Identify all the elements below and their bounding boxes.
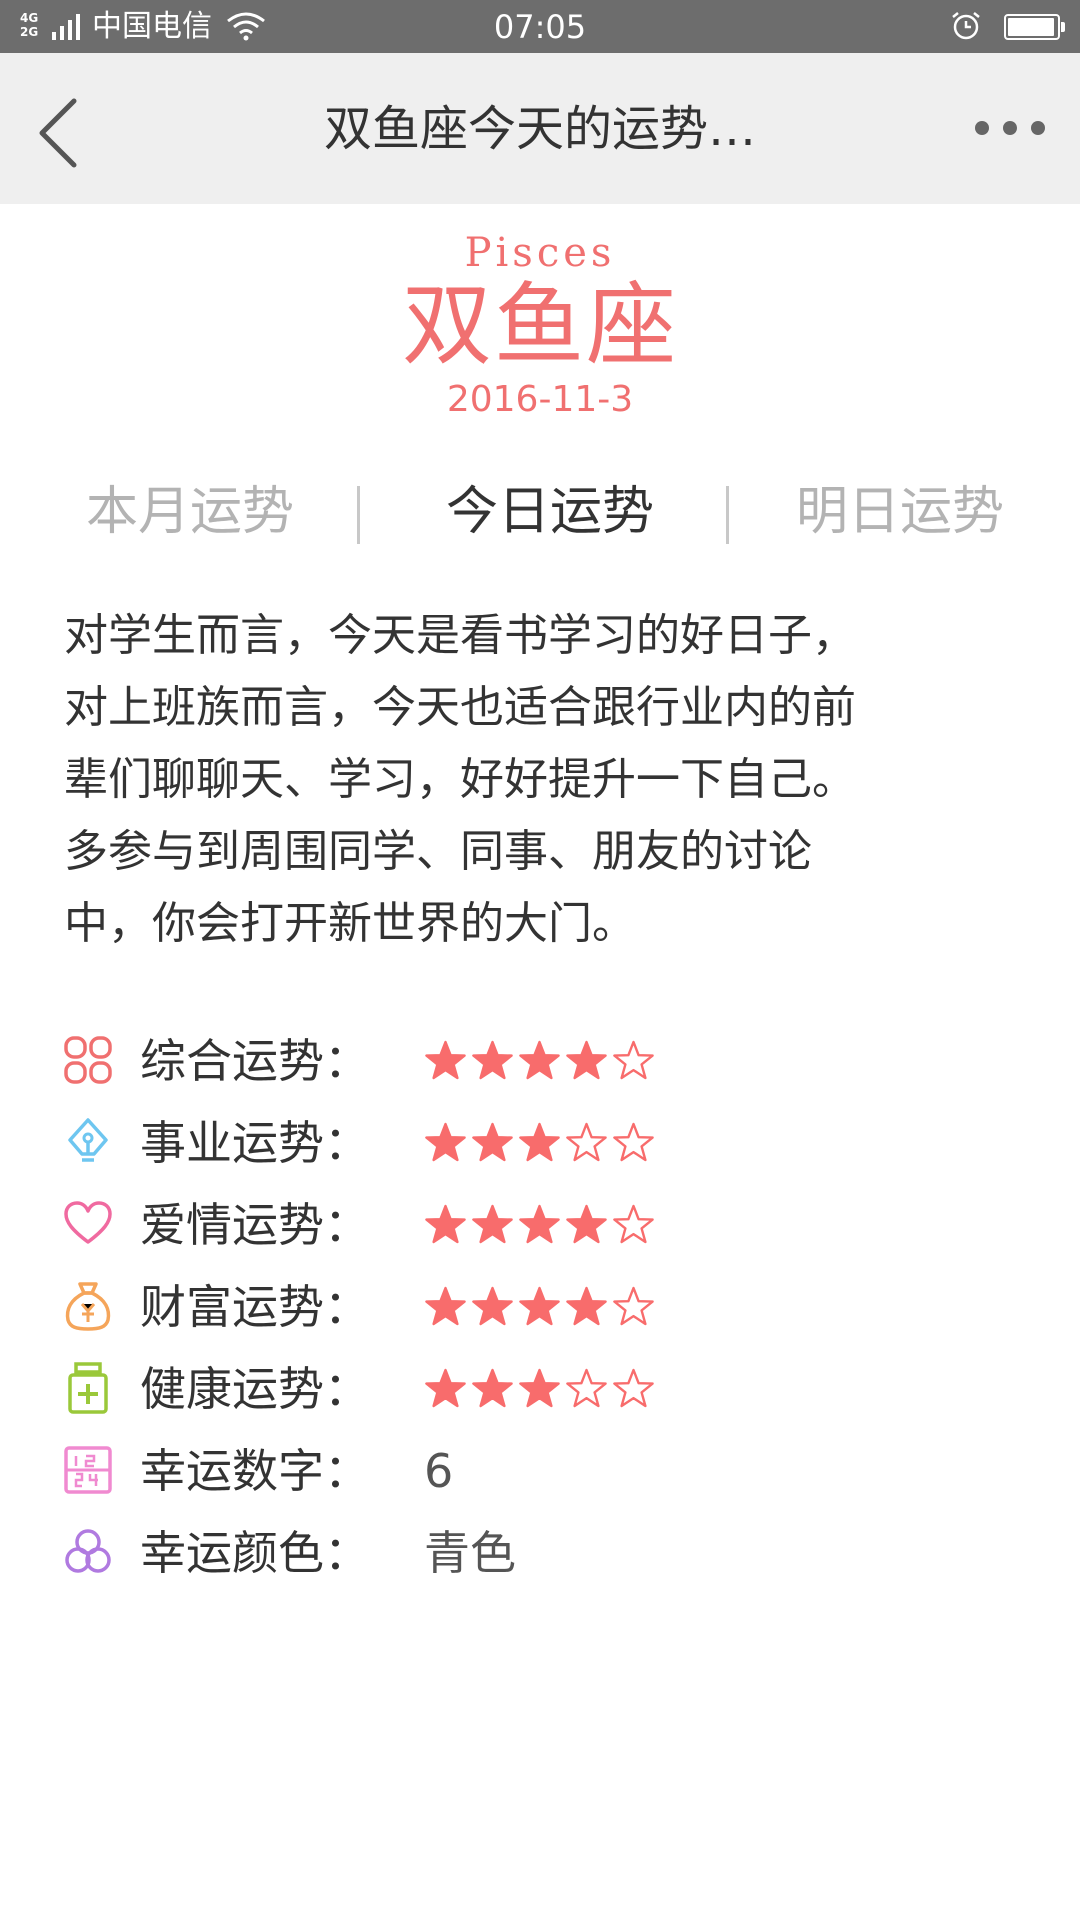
sign-date: 2016-11-3 [446,379,634,420]
lucky-color-row: 幸运颜色： 青色 [0,1512,1080,1594]
star-filled-icon [519,1040,560,1080]
screen: 4G 2G 中国电信 07:05 双鱼座今天的运势… Pisces 双鱼座 20… [0,0,1080,1920]
lucky-number-icon [64,1446,112,1494]
star-filled-icon [425,1286,466,1326]
tab-divider [357,486,360,544]
overall-grid-icon [64,1036,112,1084]
star-rating [424,1040,655,1084]
fortune-row-love: 爱情运势： [0,1184,1080,1266]
fortune-label: 事业运势： [140,1116,370,1170]
app-header: 双鱼座今天的运势… [0,53,1080,204]
battery-level [1008,18,1054,36]
star-filled-icon [425,1122,466,1162]
tab-tomorrow[interactable]: 明日运势 [750,476,1050,548]
fortune-label: 综合运势： [140,1034,370,1088]
star-filled-icon [425,1040,466,1080]
career-pen-icon [68,1118,108,1162]
star-filled-icon [519,1286,560,1326]
status-bar: 4G 2G 中国电信 07:05 [0,0,1080,53]
clock: 07:05 [493,8,587,46]
health-medicine-icon [68,1362,108,1414]
battery-icon [1004,14,1065,40]
description-line: 对上班族而言，今天也适合跟行业内的前 [64,682,856,733]
star-filled-icon [519,1368,560,1408]
lucky-number-value: 6 [424,1444,454,1498]
star-filled-icon [566,1040,607,1080]
fortune-row-career: 事业运势： [0,1102,1080,1184]
star-empty-icon [613,1204,654,1244]
star-empty-icon [613,1122,654,1162]
fortune-label: 财富运势： [140,1280,370,1334]
fortune-label: 健康运势： [140,1362,370,1416]
description-line: 多参与到周围同学、同事、朋友的讨论 [64,826,812,877]
description-line: 对学生而言，今天是看书学习的好日子， [64,610,856,661]
more-dots-icon [975,121,989,135]
lucky-number-row: 幸运数字： 6 [0,1430,1080,1512]
sign-name-en: Pisces [464,230,616,276]
fortune-label: 爱情运势： [140,1198,370,1252]
star-rating [424,1122,655,1166]
star-filled-icon [472,1040,513,1080]
fortune-label: 幸运数字： [140,1444,370,1498]
star-filled-icon [566,1204,607,1244]
star-filled-icon [472,1122,513,1162]
tab-divider [726,486,729,544]
page-title: 双鱼座今天的运势… [323,101,756,157]
star-filled-icon [472,1204,513,1244]
wealth-moneybag-icon [65,1282,111,1331]
star-filled-icon [425,1204,466,1244]
star-filled-icon [519,1204,560,1244]
love-heart-icon [64,1201,112,1244]
tab-today[interactable]: 今日运势 [400,476,700,548]
star-empty-icon [566,1368,607,1408]
period-tabs: 本月运势 今日运势 明日运势 [0,476,1080,548]
star-filled-icon [472,1368,513,1408]
lucky-color-icon [65,1529,111,1573]
sign-name-cn: 双鱼座 [402,273,678,378]
star-rating [424,1368,655,1412]
lucky-color-value: 青色 [424,1526,516,1580]
fortune-row-overall: 综合运势： [0,1020,1080,1102]
star-empty-icon [613,1040,654,1080]
fortune-row-health: 健康运势： [0,1348,1080,1430]
tab-this-month[interactable]: 本月运势 [40,476,340,548]
description-line: 中，你会打开新世界的大门。 [64,898,636,949]
back-button[interactable] [18,83,108,173]
star-empty-icon [613,1368,654,1408]
star-filled-icon [472,1286,513,1326]
more-button[interactable] [960,103,1060,153]
star-filled-icon [425,1368,466,1408]
star-empty-icon [566,1122,607,1162]
star-rating [424,1204,655,1248]
star-rating [424,1286,655,1330]
star-filled-icon [519,1122,560,1162]
fortune-row-wealth: 财富运势： [0,1266,1080,1348]
chevron-left-icon [39,98,77,168]
fortune-label: 幸运颜色： [140,1526,370,1580]
star-empty-icon [613,1286,654,1326]
description-line: 辈们聊聊天、学习，好好提升一下自己。 [64,754,856,805]
alarm-icon [952,12,980,40]
star-filled-icon [566,1286,607,1326]
fortune-description: 对学生而言，今天是看书学习的好日子， 对上班族而言，今天也适合跟行业内的前 辈们… [64,600,1024,960]
